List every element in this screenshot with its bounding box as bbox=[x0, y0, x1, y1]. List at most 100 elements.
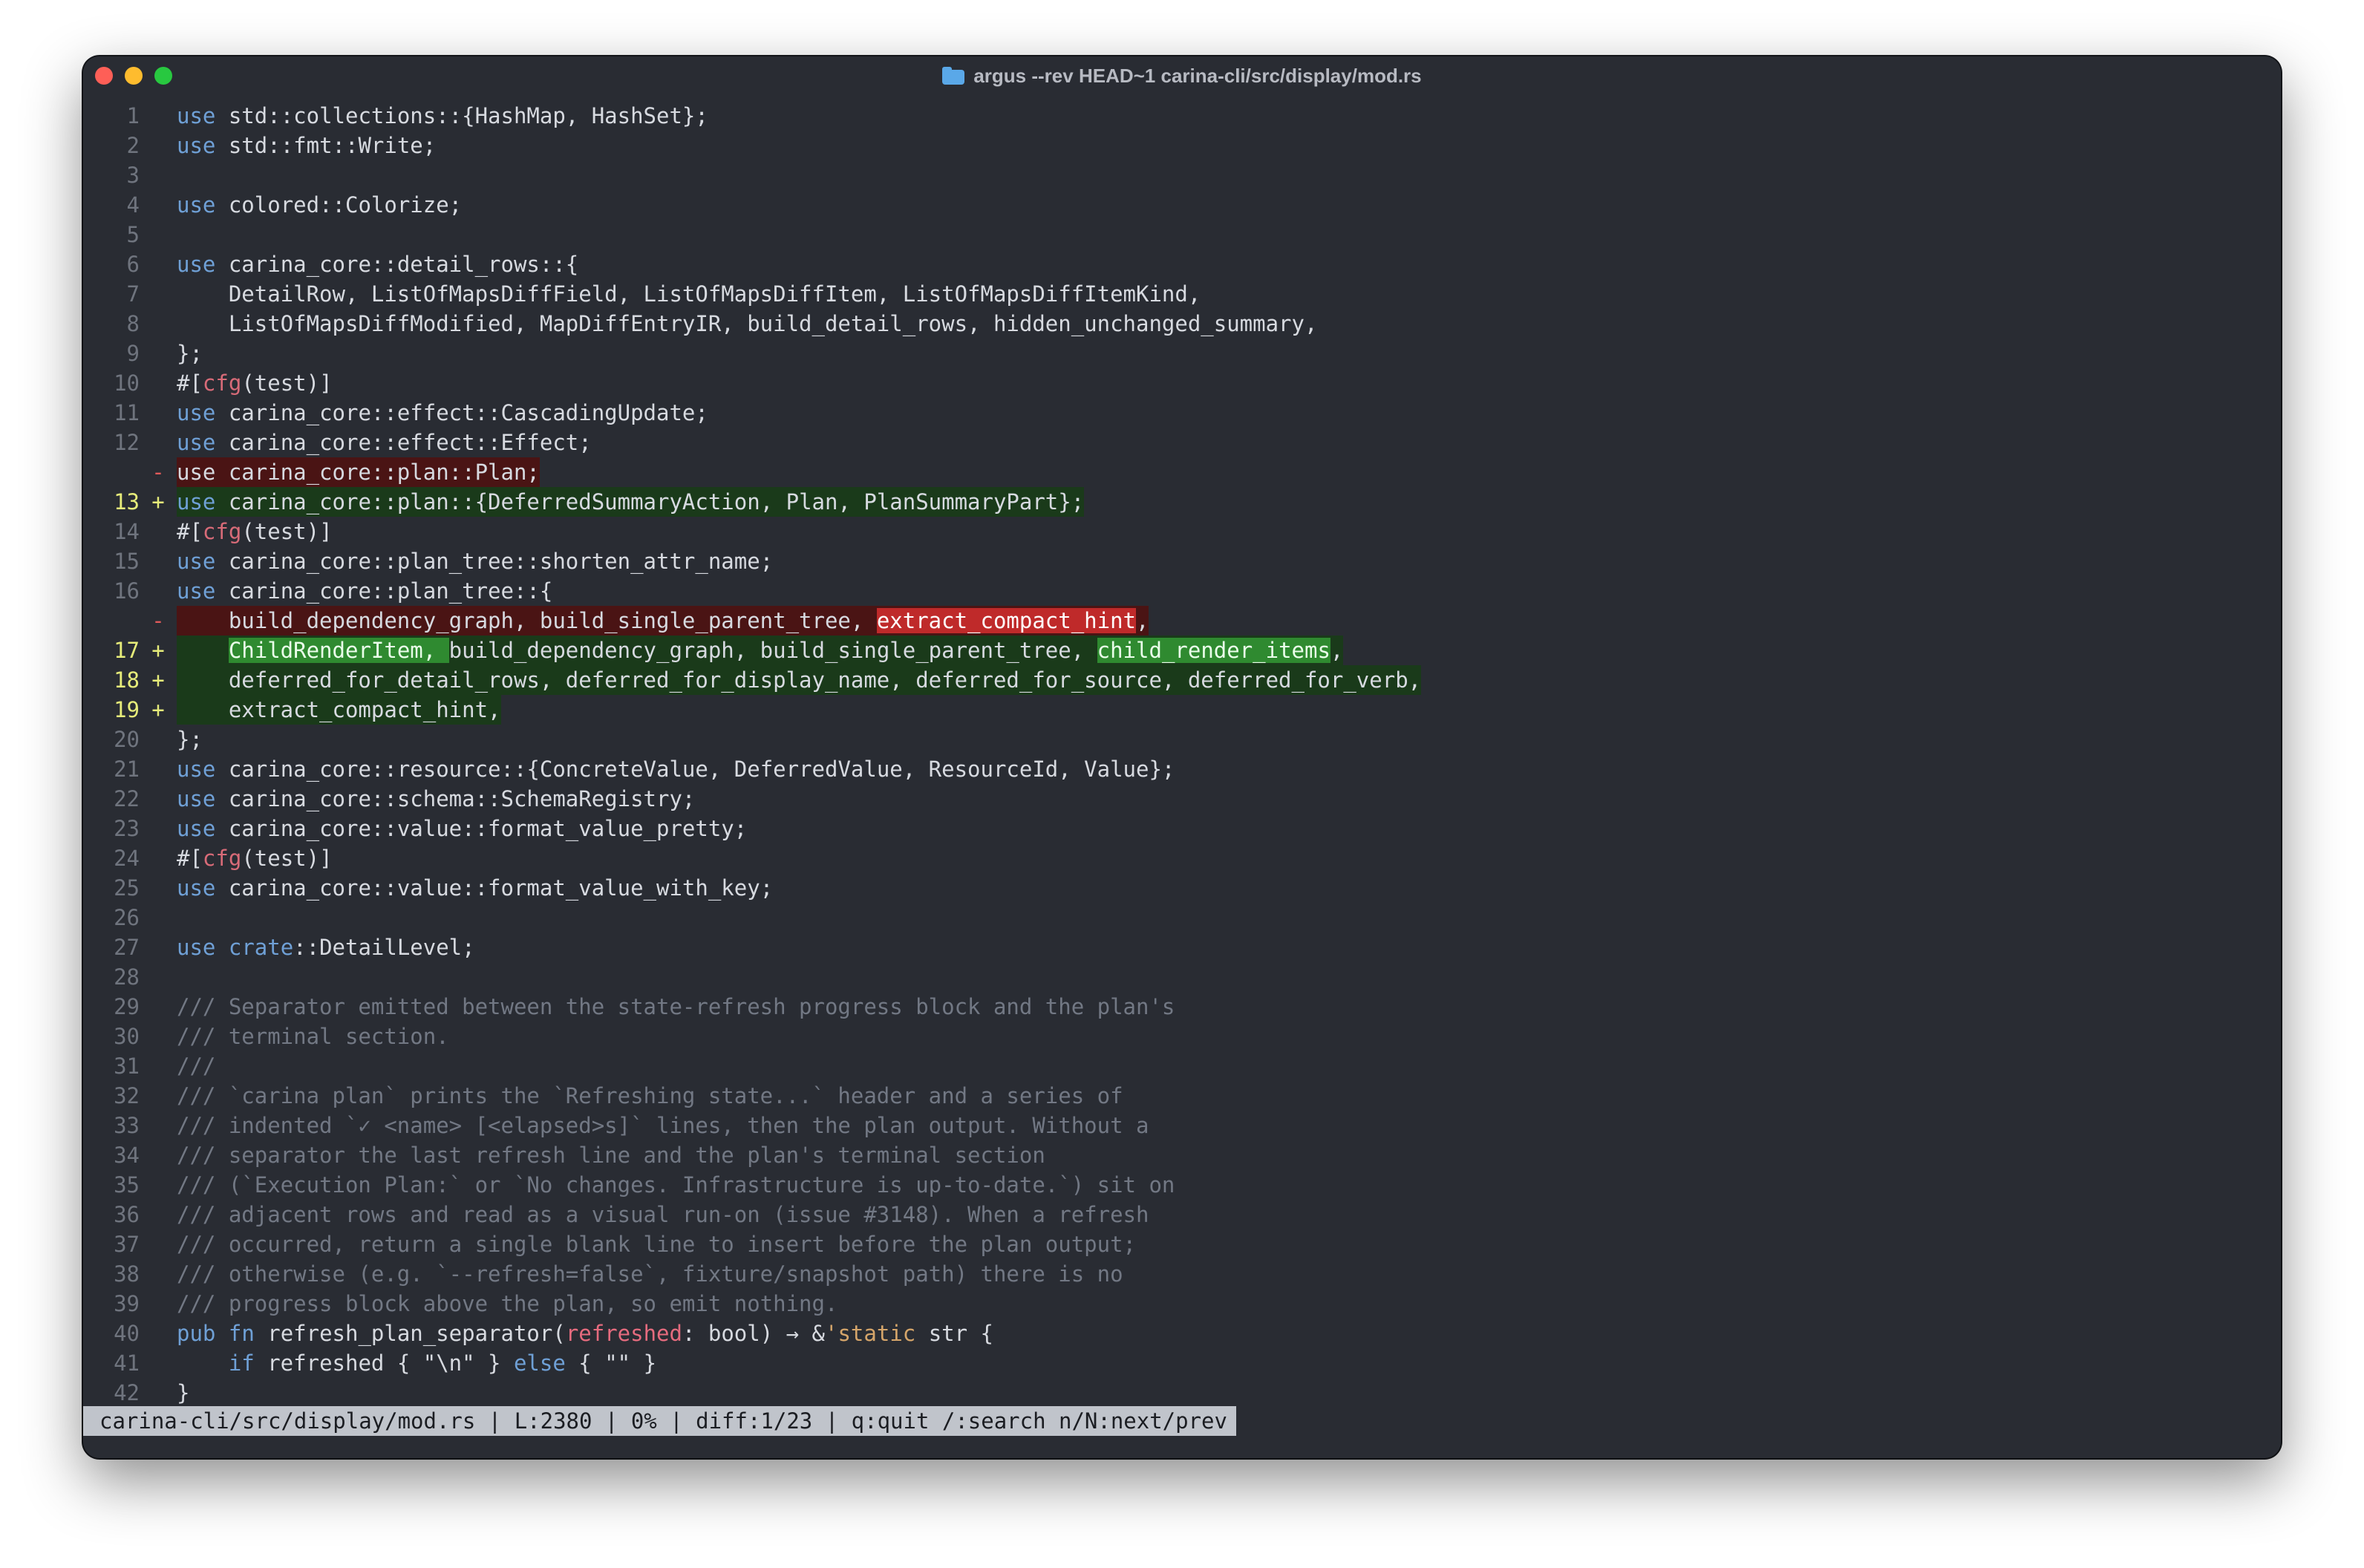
code-line-context: 25 use carina_core::value::format_value_w… bbox=[83, 873, 2281, 903]
code-content: build_dependency_graph, build_single_par… bbox=[177, 606, 1149, 636]
line-number: 13 bbox=[114, 489, 140, 514]
diff-sign: + bbox=[151, 489, 165, 514]
code-content: use carina_core::value::format_value_pre… bbox=[177, 814, 747, 843]
code-content: if refreshed { "\n" } else { "" } bbox=[177, 1348, 656, 1378]
code-token: extract_compact_hint bbox=[876, 608, 1137, 633]
line-number: 31 bbox=[114, 1054, 140, 1079]
code-token: /// indented `✓ <name> [<elapsed>s]` lin… bbox=[177, 1113, 1149, 1138]
close-window-button[interactable] bbox=[95, 67, 113, 85]
code-line-added: 17 + ChildRenderItem, build_dependency_gr… bbox=[83, 636, 2281, 665]
line-number: 19 bbox=[114, 697, 140, 722]
code-content: use std::fmt::Write; bbox=[177, 131, 436, 160]
code-token: use bbox=[177, 192, 216, 218]
code-token: carina_core::plan_tree::{ bbox=[215, 578, 553, 604]
folder-icon bbox=[942, 67, 965, 85]
code-token: /// progress block above the plan, so em… bbox=[177, 1291, 838, 1316]
code-token: use bbox=[177, 103, 216, 128]
code-content: use carina_core::plan_tree::shorten_attr… bbox=[177, 546, 773, 576]
code-token: /// bbox=[177, 1054, 216, 1079]
minimize-window-button[interactable] bbox=[125, 67, 143, 85]
line-number: 2 bbox=[126, 133, 140, 158]
code-line-context: 38 /// otherwise (e.g. `--refresh=false`,… bbox=[83, 1259, 2281, 1289]
code-content: use carina_core::resource::{ConcreteValu… bbox=[177, 754, 1175, 784]
code-token: /// (`Execution Plan:` or `No changes. I… bbox=[177, 1172, 1175, 1198]
code-token: build_dependency_graph, build_single_par… bbox=[177, 608, 877, 633]
code-token: }; bbox=[177, 727, 203, 752]
code-token: use bbox=[177, 935, 216, 960]
diff-sign bbox=[140, 309, 177, 339]
code-content: /// Separator emitted between the state-… bbox=[177, 992, 1175, 1022]
line-number: 11 bbox=[114, 400, 140, 425]
code-content: /// `carina plan` prints the `Refreshing… bbox=[177, 1081, 1123, 1111]
diff-sign bbox=[140, 1140, 177, 1170]
code-line-context: 2 use std::fmt::Write; bbox=[83, 131, 2281, 160]
code-line-context: 24 #[cfg(test)] bbox=[83, 843, 2281, 873]
code-token: cfg bbox=[202, 370, 242, 396]
code-line-context: 9}; bbox=[83, 339, 2281, 368]
diff-sign bbox=[140, 873, 177, 903]
code-line-removed: - use carina_core::plan::Plan; bbox=[83, 457, 2281, 487]
diff-sign bbox=[140, 1259, 177, 1289]
code-line-added: 18 + deferred_for_detail_rows, deferred_f… bbox=[83, 665, 2281, 695]
diff-sign bbox=[140, 1289, 177, 1319]
code-line-context: 26 bbox=[83, 903, 2281, 932]
line-number: 24 bbox=[114, 846, 140, 871]
line-number: 10 bbox=[114, 370, 140, 396]
code-content: /// bbox=[177, 1051, 215, 1081]
diff-sign bbox=[140, 1378, 177, 1408]
diff-sign bbox=[140, 101, 177, 131]
code-token: refresh_plan_separator( bbox=[254, 1321, 566, 1346]
code-line-context: 11 use carina_core::effect::CascadingUpda… bbox=[83, 398, 2281, 428]
code-token: /// terminal section. bbox=[177, 1024, 449, 1049]
terminal-window: argus --rev HEAD~1 carina-cli/src/displa… bbox=[83, 56, 2281, 1458]
code-content: use carina_core::effect::Effect; bbox=[177, 428, 592, 457]
code-content: pub fn refresh_plan_separator(refreshed:… bbox=[177, 1319, 993, 1348]
line-number: 27 bbox=[114, 935, 140, 960]
code-line-context: 37 /// occurred, return a single blank li… bbox=[83, 1229, 2281, 1259]
code-token: ChildRenderItem, bbox=[228, 638, 449, 663]
code-content: use carina_core::effect::CascadingUpdate… bbox=[177, 398, 708, 428]
code-token: /// Separator emitted between the state-… bbox=[177, 994, 1175, 1019]
code-line-context: 40 pub fn refresh_plan_separator(refreshe… bbox=[83, 1319, 2281, 1348]
diff-sign bbox=[140, 131, 177, 160]
code-line-context: 14 #[cfg(test)] bbox=[83, 517, 2281, 546]
code-token: build_dependency_graph, build_single_par… bbox=[448, 638, 1097, 663]
code-line-context: 39 /// progress block above the plan, so … bbox=[83, 1289, 2281, 1319]
code-token: (test)] bbox=[241, 370, 333, 396]
line-number: 39 bbox=[114, 1291, 140, 1316]
diff-sign bbox=[140, 1051, 177, 1081]
code-token: std::fmt::Write; bbox=[215, 133, 437, 158]
diff-sign bbox=[140, 1319, 177, 1348]
line-number: 8 bbox=[126, 311, 140, 336]
diff-sign bbox=[140, 1170, 177, 1200]
diff-sign bbox=[140, 279, 177, 309]
code-token: use bbox=[177, 133, 216, 158]
code-content: use colored::Colorize; bbox=[177, 190, 462, 220]
code-content: ListOfMapsDiffModified, MapDiffEntryIR, … bbox=[177, 309, 1318, 339]
code-line-context: 8 ListOfMapsDiffModified, MapDiffEntryIR… bbox=[83, 309, 2281, 339]
code-line-context: 41 if refreshed { "\n" } else { "" } bbox=[83, 1348, 2281, 1378]
diff-sign bbox=[140, 962, 177, 992]
status-bar: carina-cli/src/display/mod.rs | L:2380 |… bbox=[83, 1406, 1236, 1436]
code-token: 'static bbox=[825, 1321, 916, 1346]
line-number bbox=[83, 606, 140, 636]
diff-viewer[interactable]: 1 use std::collections::{HashMap, HashSet… bbox=[83, 101, 2281, 1408]
diff-sign bbox=[140, 784, 177, 814]
code-content: use carina_core::detail_rows::{ bbox=[177, 249, 578, 279]
code-line-context: 42} bbox=[83, 1378, 2281, 1408]
line-number: 32 bbox=[114, 1083, 140, 1108]
code-token: #[ bbox=[177, 846, 203, 871]
code-token: std::collections::{HashMap, HashSet}; bbox=[215, 103, 708, 128]
line-number: 16 bbox=[114, 578, 140, 604]
zoom-window-button[interactable] bbox=[154, 67, 172, 85]
code-token: use bbox=[177, 757, 216, 782]
code-token: (test)] bbox=[241, 519, 333, 544]
code-token: carina_core::detail_rows::{ bbox=[215, 252, 579, 277]
code-line-context: 7 DetailRow, ListOfMapsDiffField, ListOf… bbox=[83, 279, 2281, 309]
code-line-context: 20}; bbox=[83, 725, 2281, 754]
diff-sign bbox=[140, 190, 177, 220]
code-line-context: 4 use colored::Colorize; bbox=[83, 190, 2281, 220]
diff-sign bbox=[140, 932, 177, 962]
